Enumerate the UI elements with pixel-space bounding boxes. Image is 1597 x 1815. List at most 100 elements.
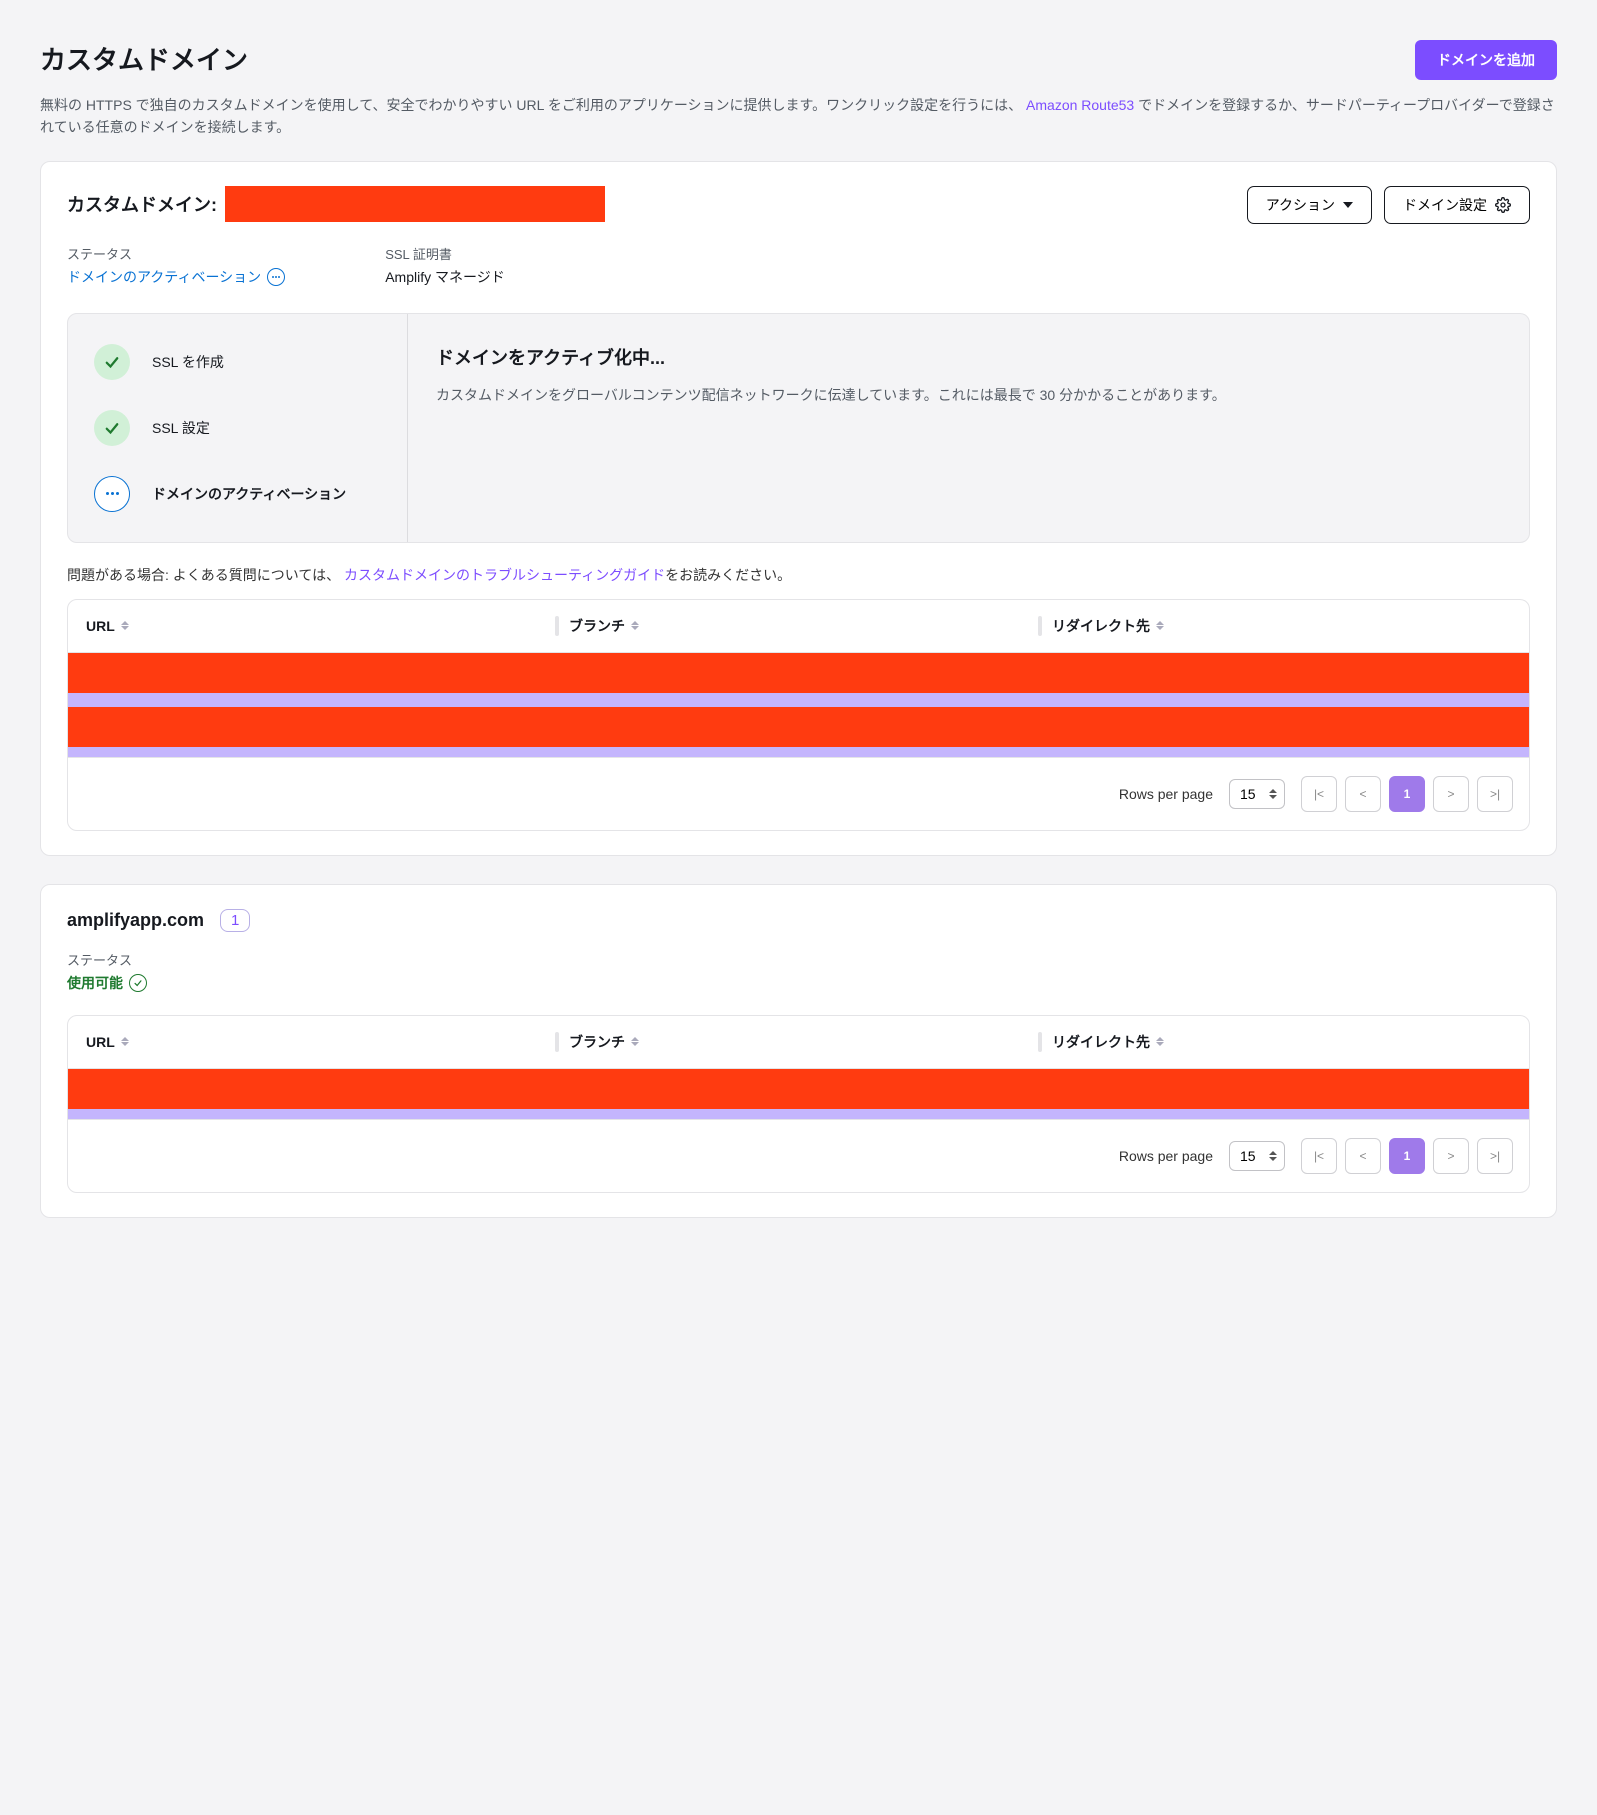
sort-icon (631, 1037, 639, 1046)
chevron-down-icon (1343, 202, 1353, 208)
ssl-label: SSL 証明書 (385, 244, 505, 263)
pagination: Rows per page 15 |< < 1 > >| (68, 757, 1529, 830)
step-label: ドメインのアクティベーション (152, 484, 346, 504)
step-ssl-config: SSL 設定 (94, 410, 381, 446)
pagination: Rows per page 15 |< < 1 > >| (68, 1119, 1529, 1192)
gear-icon (1495, 197, 1511, 213)
redacted-content (68, 653, 1529, 693)
page-description: 無料の HTTPS で独自のカスタムドメインを使用して、安全でわかりやすい UR… (40, 94, 1557, 139)
page-header: カスタムドメイン ドメインを追加 (40, 40, 1557, 80)
status-value: 使用可能 (67, 973, 147, 993)
status-label: ステータス (67, 244, 285, 263)
rows-per-page-select[interactable]: 15 (1229, 779, 1285, 809)
progress-text: カスタムドメインをグローバルコンテンツ配信ネットワークに伝達しています。これには… (436, 384, 1501, 408)
sort-icon (1156, 621, 1164, 630)
rows-per-page-label: Rows per page (1119, 786, 1213, 802)
col-label: ブランチ (569, 1032, 625, 1052)
status-meta: ステータス 使用可能 (67, 950, 1530, 993)
col-label: リダイレクト先 (1052, 616, 1150, 636)
subdomains-table: URL ブランチ リダイレクト先 Rows per page 15 (67, 1015, 1530, 1193)
prev-page-button[interactable]: < (1345, 776, 1381, 812)
step-ssl-create: SSL を作成 (94, 344, 381, 380)
status-text: ドメインのアクティベーション (67, 267, 261, 287)
col-divider (555, 616, 559, 636)
col-label: ブランチ (569, 616, 625, 636)
actions-label: アクション (1266, 195, 1335, 215)
col-redirect[interactable]: リダイレクト先 (1052, 1032, 1511, 1052)
card-title-wrap: カスタムドメイン: (67, 186, 605, 222)
card-title: amplifyapp.com (67, 910, 204, 931)
status-meta: ステータス ドメインのアクティベーション (67, 244, 285, 287)
subdomains-table: URL ブランチ リダイレクト先 Rows per page (67, 599, 1530, 831)
row-separator (68, 747, 1529, 757)
next-page-button[interactable]: > (1433, 776, 1469, 812)
actions-dropdown[interactable]: アクション (1247, 186, 1372, 224)
row-separator (68, 693, 1529, 707)
rows-per-page-label: Rows per page (1119, 1148, 1213, 1164)
sort-icon (631, 621, 639, 630)
col-label: リダイレクト先 (1052, 1032, 1150, 1052)
troubleshoot-link[interactable]: カスタムドメインのトラブルシューティングガイド (344, 567, 665, 583)
col-label: URL (86, 1034, 115, 1050)
page-title: カスタムドメイン (40, 40, 248, 77)
col-url[interactable]: URL (86, 1032, 545, 1052)
sort-icon (121, 621, 129, 630)
add-domain-button[interactable]: ドメインを追加 (1415, 40, 1557, 80)
last-page-button[interactable]: >| (1477, 1138, 1513, 1174)
check-icon (94, 410, 130, 446)
col-divider (1038, 616, 1042, 636)
page-number-button[interactable]: 1 (1389, 1138, 1425, 1174)
first-page-button[interactable]: |< (1301, 1138, 1337, 1174)
col-label: URL (86, 618, 115, 634)
domain-count-badge: 1 (220, 909, 250, 932)
check-circle-icon (129, 974, 147, 992)
page-number-button[interactable]: 1 (1389, 776, 1425, 812)
ssl-value: Amplify マネージド (385, 267, 505, 287)
ellipsis-icon (267, 268, 285, 286)
table-row (68, 1069, 1529, 1119)
first-page-button[interactable]: |< (1301, 776, 1337, 812)
col-url[interactable]: URL (86, 616, 545, 636)
page-buttons: |< < 1 > >| (1301, 776, 1513, 812)
route53-link[interactable]: Amazon Route53 (1026, 97, 1134, 113)
card-actions: アクション ドメイン設定 (1247, 186, 1530, 224)
prev-page-button[interactable]: < (1345, 1138, 1381, 1174)
col-redirect[interactable]: リダイレクト先 (1052, 616, 1511, 636)
progress-detail: ドメインをアクティブ化中... カスタムドメインをグローバルコンテンツ配信ネット… (408, 314, 1529, 542)
ssl-meta: SSL 証明書 Amplify マネージド (385, 244, 505, 287)
amplifyapp-domain-card: amplifyapp.com 1 ステータス 使用可能 URL ブランチ リダイ… (40, 884, 1557, 1218)
troubleshoot-suffix: をお読みください。 (665, 567, 791, 583)
troubleshoot-prefix: 問題がある場合: よくある質問については、 (67, 567, 340, 583)
check-icon (94, 344, 130, 380)
domain-settings-label: ドメイン設定 (1403, 195, 1487, 215)
table-row (68, 653, 1529, 757)
redacted-content (68, 707, 1529, 747)
card-title: カスタムドメイン: (67, 191, 217, 217)
rows-per-page-select[interactable]: 15 (1229, 1141, 1285, 1171)
next-page-button[interactable]: > (1433, 1138, 1469, 1174)
meta-row: ステータス ドメインのアクティベーション SSL 証明書 Amplify マネー… (67, 244, 1530, 287)
status-value[interactable]: ドメインのアクティベーション (67, 267, 285, 287)
step-label: SSL 設定 (152, 418, 210, 438)
page-buttons: |< < 1 > >| (1301, 1138, 1513, 1174)
step-domain-activation: ドメインのアクティベーション (94, 476, 381, 512)
col-divider (555, 1032, 559, 1052)
custom-domain-card: カスタムドメイン: アクション ドメイン設定 ステータス ドメインのアクティベー… (40, 161, 1557, 856)
troubleshoot-note: 問題がある場合: よくある質問については、 カスタムドメインのトラブルシューティ… (67, 565, 1530, 585)
redacted-domain-name (225, 186, 605, 222)
description-text-1: 無料の HTTPS で独自のカスタムドメインを使用して、安全でわかりやすい UR… (40, 97, 1022, 113)
in-progress-icon (94, 476, 130, 512)
domain-progress-panel: SSL を作成 SSL 設定 ドメインのアクティベーション ドメインをアクティブ… (67, 313, 1530, 543)
card-header: カスタムドメイン: アクション ドメイン設定 (67, 186, 1530, 224)
sort-icon (1156, 1037, 1164, 1046)
col-branch[interactable]: ブランチ (569, 1032, 1028, 1052)
table-header: URL ブランチ リダイレクト先 (68, 1016, 1529, 1069)
domain-settings-button[interactable]: ドメイン設定 (1384, 186, 1530, 224)
card-title-wrap: amplifyapp.com 1 (67, 909, 1530, 932)
status-text: 使用可能 (67, 973, 123, 993)
status-label: ステータス (67, 950, 1530, 969)
last-page-button[interactable]: >| (1477, 776, 1513, 812)
progress-title: ドメインをアクティブ化中... (436, 344, 1501, 370)
col-branch[interactable]: ブランチ (569, 616, 1028, 636)
row-separator (68, 1109, 1529, 1119)
